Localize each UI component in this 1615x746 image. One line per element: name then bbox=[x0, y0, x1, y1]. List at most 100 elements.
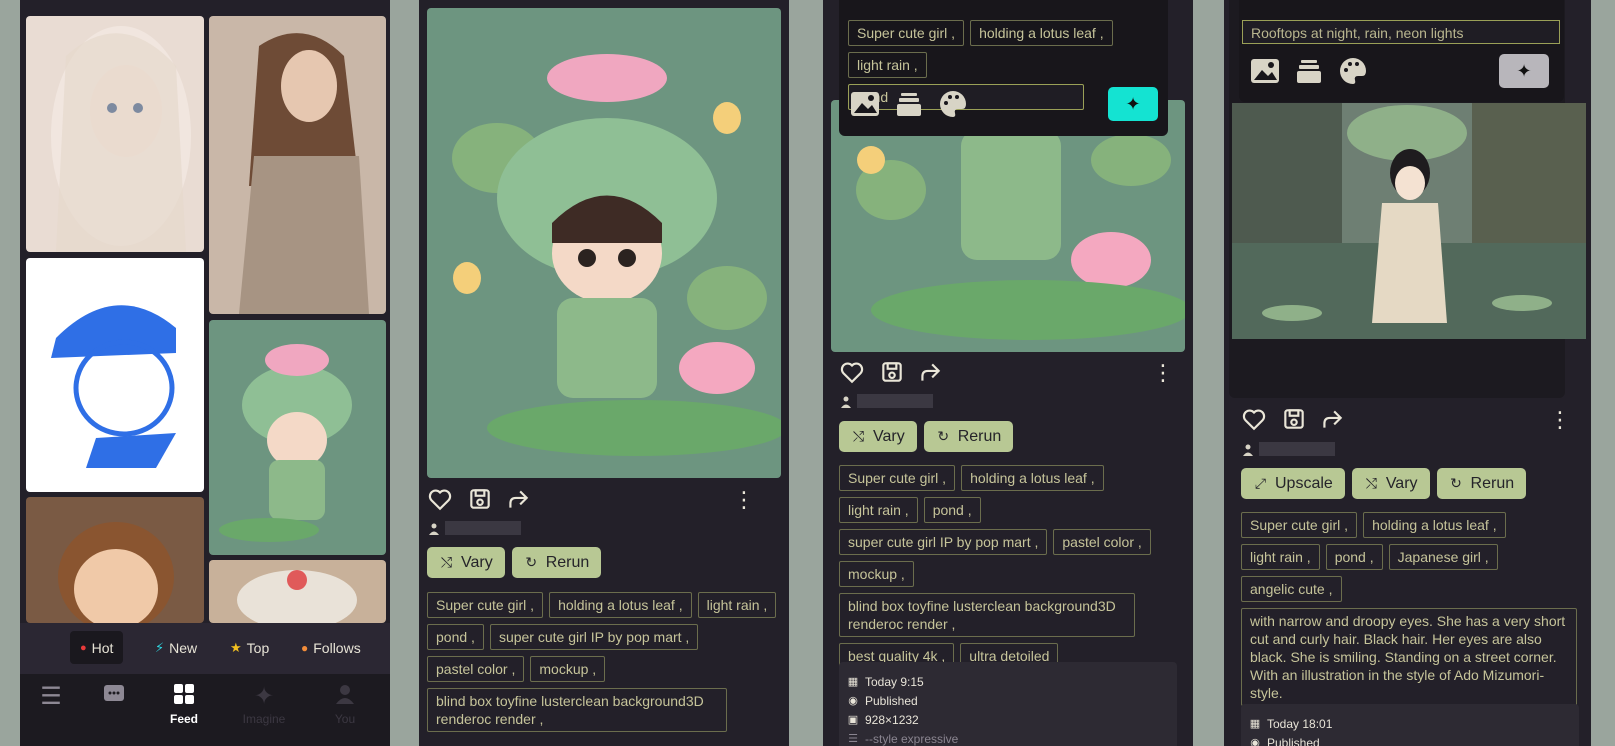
palette-icon[interactable] bbox=[937, 88, 969, 120]
prompt-tag[interactable]: holding a lotus leaf , bbox=[1363, 512, 1506, 538]
main-image-umbrella-girl[interactable] bbox=[1232, 103, 1586, 339]
image-thumbnail bbox=[26, 497, 204, 623]
prompt-tag[interactable]: Japanese girl , bbox=[1388, 544, 1498, 570]
prompt-tag[interactable]: pond , bbox=[1325, 544, 1383, 570]
image-icon[interactable] bbox=[849, 88, 881, 120]
feed-image-silver-hair-girl[interactable] bbox=[26, 16, 204, 252]
image-icon: ▣ bbox=[847, 714, 859, 726]
more-options-icon[interactable]: ⋮ bbox=[1549, 406, 1571, 434]
prompt-tag[interactable]: blind box toyfine lusterclean background… bbox=[839, 593, 1135, 637]
list-icon: ☰ bbox=[848, 733, 858, 745]
author-row[interactable] bbox=[841, 393, 933, 409]
image-icon[interactable] bbox=[1249, 55, 1281, 87]
save-icon[interactable] bbox=[1281, 406, 1309, 434]
prompt-tag[interactable]: Super cute girl , bbox=[839, 465, 956, 491]
author-name-redacted bbox=[1259, 442, 1335, 456]
feed-image-lotus-girl-toy[interactable] bbox=[209, 320, 386, 555]
author-row[interactable] bbox=[1243, 441, 1335, 457]
filter-follows[interactable]: ● Follows bbox=[291, 631, 371, 664]
layers-icon[interactable] bbox=[893, 88, 925, 120]
feed-image-smiling-girl[interactable] bbox=[26, 497, 204, 623]
save-icon[interactable] bbox=[467, 486, 495, 514]
image-thumbnail bbox=[26, 258, 204, 492]
magic-wand-icon: ✦ bbox=[253, 683, 275, 710]
filter-hot[interactable]: ● Hot bbox=[70, 631, 124, 664]
nav-you[interactable]: You bbox=[310, 682, 380, 726]
prompt-tag[interactable]: pond , bbox=[923, 497, 981, 523]
nav-menu[interactable]: ☰ bbox=[20, 682, 86, 712]
prompt-tag[interactable]: holding a lotus leaf , bbox=[961, 465, 1104, 491]
feed-image-blue-boy-sketch[interactable] bbox=[26, 258, 204, 492]
heart-icon[interactable] bbox=[839, 359, 867, 387]
save-icon[interactable] bbox=[879, 359, 907, 387]
heart-icon[interactable] bbox=[427, 486, 455, 514]
image-metadata: ▦ Today 9:15 ◉ Published ▣ 928×1232 ☰ --styl… bbox=[839, 662, 1177, 746]
main-image-lotus-girl[interactable] bbox=[427, 8, 781, 478]
rerun-button[interactable]: ↻ Rerun bbox=[511, 547, 602, 578]
image-detail-prompt-screen: Rooftops at night, rain, neon lights ✦ ⋮… bbox=[1224, 0, 1591, 746]
generate-button[interactable]: ✦ bbox=[1108, 87, 1158, 121]
meta-style: ☰ --style expressive bbox=[848, 731, 959, 746]
prompt-tag[interactable]: mockup , bbox=[839, 561, 914, 587]
prompt-tag[interactable]: Super cute girl , bbox=[1241, 512, 1358, 538]
main-image-lotus-girl-crop[interactable] bbox=[831, 100, 1185, 352]
prompt-tag[interactable]: blind box toyfine lusterclean background… bbox=[427, 688, 727, 732]
filter-top[interactable]: ★ Top bbox=[220, 631, 279, 664]
filter-new[interactable]: ⚡ New bbox=[145, 631, 207, 664]
feed-image-woman-floral-dress[interactable] bbox=[209, 16, 386, 314]
prompt-tag[interactable]: light rain , bbox=[848, 52, 927, 78]
more-options-icon[interactable]: ⋮ bbox=[733, 486, 755, 514]
share-icon[interactable] bbox=[917, 359, 945, 387]
prompt-tag[interactable]: mockup , bbox=[530, 656, 606, 682]
rerun-button[interactable]: ↻ Rerun bbox=[923, 421, 1014, 452]
prompt-tag[interactable]: pond , bbox=[427, 624, 484, 650]
prompt-tag[interactable]: holding a lotus leaf , bbox=[970, 20, 1113, 46]
prompt-tag[interactable]: Super cute girl , bbox=[427, 592, 544, 618]
image-actions: ⋮ bbox=[427, 486, 781, 516]
more-options-icon[interactable]: ⋮ bbox=[1152, 359, 1174, 387]
prompt-tag[interactable]: light rain , bbox=[839, 497, 918, 523]
prompt-tag[interactable]: holding a lotus leaf , bbox=[549, 592, 692, 618]
meta-status: ◉ Published bbox=[1249, 733, 1571, 746]
rerun-button[interactable]: ↻ Rerun bbox=[1436, 468, 1527, 499]
action-buttons: ⤭ Vary ↻ Rerun bbox=[839, 421, 1014, 452]
upscale-button[interactable]: ⤢ Upscale bbox=[1241, 468, 1345, 499]
user-icon bbox=[841, 395, 851, 408]
eye-icon: ◉ bbox=[1250, 737, 1260, 746]
calendar-icon: ▦ bbox=[1249, 718, 1261, 730]
magic-wand-icon: ✦ bbox=[1125, 93, 1141, 114]
vary-button[interactable]: ⤭ Vary bbox=[427, 547, 505, 578]
author-row[interactable] bbox=[429, 520, 521, 536]
prompt-input-panel: Rooftops at night, rain, neon lights ✦ bbox=[1239, 0, 1564, 102]
image-thumbnail bbox=[209, 320, 386, 555]
prompt-tag[interactable]: super cute girl IP by pop mart , bbox=[839, 529, 1048, 555]
prompt-text-input[interactable]: Rooftops at night, rain, neon lights bbox=[1242, 20, 1560, 44]
meta-size: ▣ 928×1232 bbox=[847, 712, 919, 727]
heart-icon[interactable] bbox=[1241, 406, 1269, 434]
prompt-tag[interactable]: light rain , bbox=[697, 592, 777, 618]
vary-button[interactable]: ⤭ Vary bbox=[1351, 468, 1430, 499]
nav-chat[interactable] bbox=[79, 682, 149, 712]
palette-icon[interactable] bbox=[1337, 55, 1369, 87]
share-icon[interactable] bbox=[505, 486, 533, 514]
filter-label: Follows bbox=[313, 639, 361, 656]
layers-icon[interactable] bbox=[1293, 55, 1325, 87]
prompt-description-tag[interactable]: with narrow and droopy eyes. She has a v… bbox=[1241, 608, 1577, 706]
nav-imagine[interactable]: ✦ Imagine bbox=[229, 682, 299, 726]
vary-button[interactable]: ⤭ Vary bbox=[839, 421, 917, 452]
nav-feed[interactable]: Feed bbox=[149, 682, 219, 726]
prompt-tag[interactable]: pastel color , bbox=[427, 656, 525, 682]
filter-label: Hot bbox=[91, 639, 114, 656]
share-icon[interactable] bbox=[1319, 406, 1347, 434]
feed-image-lion-dance[interactable] bbox=[209, 560, 386, 623]
prompt-tag[interactable]: angelic cute , bbox=[1241, 576, 1342, 602]
shuffle-icon: ⤭ bbox=[440, 554, 453, 570]
image-artwork bbox=[427, 8, 781, 478]
prompt-tag[interactable]: super cute girl IP by pop mart , bbox=[489, 624, 699, 650]
prompt-tag[interactable]: Super cute girl , bbox=[848, 20, 965, 46]
generate-button-disabled[interactable]: ✦ bbox=[1499, 54, 1549, 88]
prompt-tag[interactable]: light rain , bbox=[1241, 544, 1320, 570]
eye-icon: ◉ bbox=[848, 695, 858, 707]
prompt-tag[interactable]: pastel color , bbox=[1053, 529, 1151, 555]
menu-icon: ☰ bbox=[40, 683, 62, 710]
